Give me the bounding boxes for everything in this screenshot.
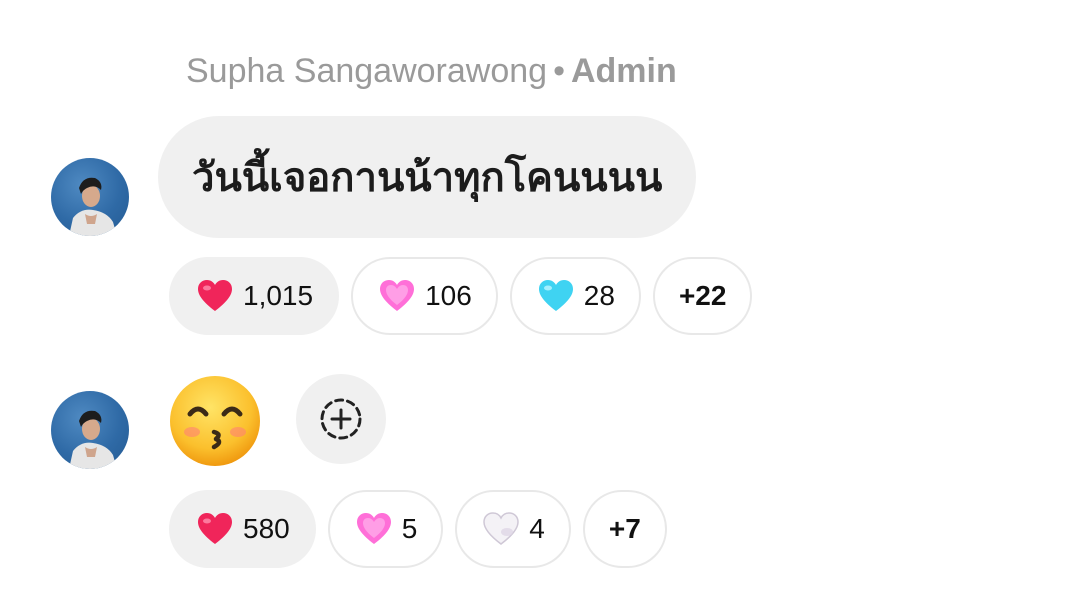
reaction-count: 106 [425, 280, 472, 311]
more-reactions-count: +7 [608, 513, 641, 544]
add-reaction-icon [320, 398, 362, 440]
reaction-count: 5 [401, 513, 418, 544]
add-reaction-button[interactable] [296, 374, 386, 464]
message-text: วันนี้เจอกานน้าทุกโคนนนน [192, 155, 663, 201]
reaction-pink-heart[interactable]: 5 [327, 490, 444, 568]
reaction-count: 580 [243, 513, 290, 544]
reaction-count: 28 [583, 280, 615, 311]
avatar-image [69, 177, 117, 236]
reaction-white-heart[interactable]: 4 [455, 490, 571, 568]
light-blue-heart-icon [538, 280, 573, 311]
sender-name[interactable]: Supha Sangaworawong [186, 52, 547, 90]
reaction-count: 4 [529, 513, 545, 544]
reaction-bar: 1,015 106 28 +22 [169, 257, 753, 335]
reaction-light-blue-heart[interactable]: 28 [509, 257, 641, 335]
kissing-smiling-eyes-emoji[interactable] [168, 374, 262, 468]
red-heart-icon [198, 280, 232, 311]
avatar[interactable] [51, 391, 129, 469]
more-reactions-count: +22 [678, 280, 727, 311]
reaction-pink-heart[interactable]: 106 [351, 257, 498, 335]
pink-heart-icon [380, 280, 415, 311]
more-reactions-button[interactable]: +22 [652, 257, 753, 335]
avatar[interactable] [51, 158, 129, 236]
white-heart-icon [483, 512, 520, 545]
chat-thread: Supha Sangaworawong • Admin วันนี้เจอกานน้… [0, 0, 1080, 606]
sender-separator: • [553, 52, 565, 90]
reaction-bar: 580 5 4 +7 [169, 490, 667, 568]
kissing-face-icon [170, 376, 260, 466]
sender-role: Admin [570, 52, 677, 90]
sender-header: Supha Sangaworawong • Admin [186, 52, 677, 91]
red-heart-icon [198, 513, 232, 544]
reaction-red-heart[interactable]: 580 [169, 490, 316, 568]
reaction-count: 1,015 [243, 280, 314, 311]
pink-heart-icon [356, 513, 391, 544]
message-bubble[interactable]: วันนี้เจอกานน้าทุกโคนนนน [158, 116, 697, 238]
reaction-red-heart[interactable]: 1,015 [169, 257, 340, 335]
avatar-image [69, 410, 117, 469]
more-reactions-button[interactable]: +7 [582, 490, 667, 568]
